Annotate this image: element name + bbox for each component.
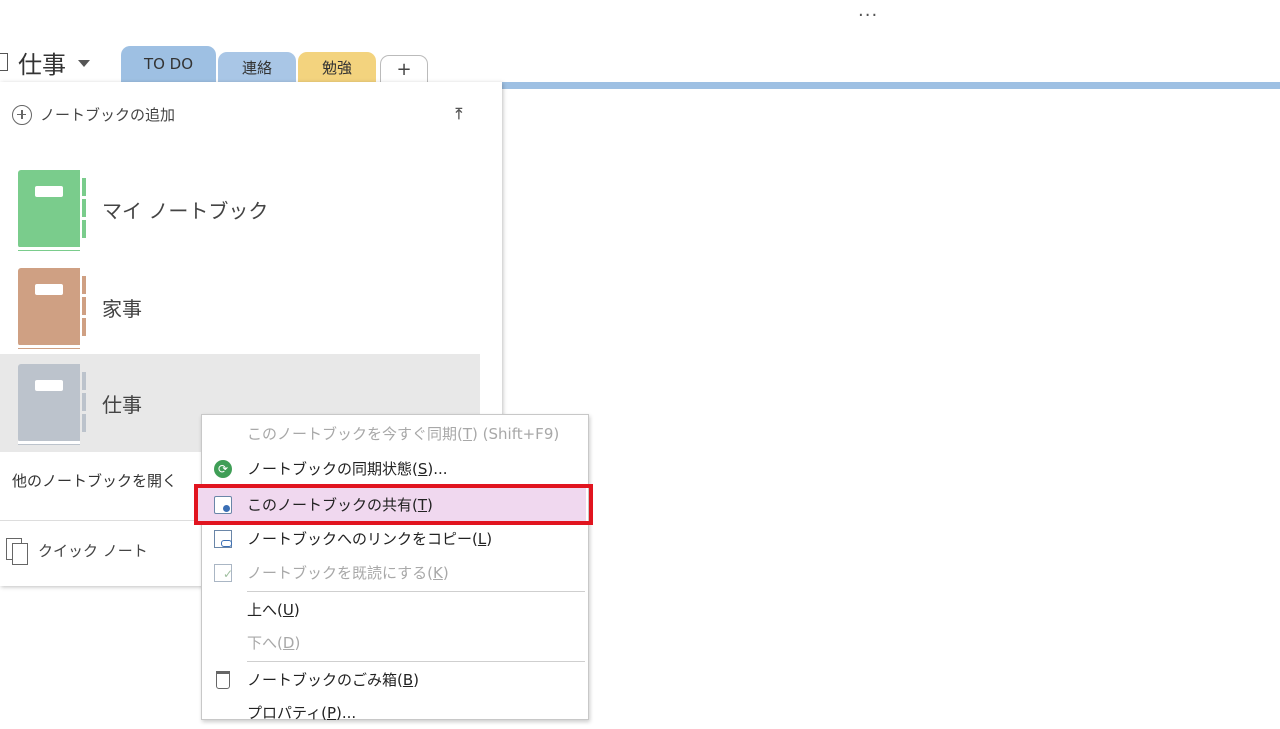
add-section-button[interactable]: + bbox=[380, 55, 428, 82]
open-other-notebooks-link[interactable]: 他のノートブックを開く bbox=[12, 470, 177, 491]
notebook-label: マイ ノートブック bbox=[102, 198, 269, 223]
tab-todo[interactable]: TO DO bbox=[121, 46, 216, 82]
share-notebook-icon bbox=[214, 495, 232, 514]
overflow-menu-icon[interactable]: ... bbox=[858, 0, 878, 21]
notebook-item-my-notebook[interactable]: マイ ノートブック bbox=[0, 160, 480, 258]
quick-notes-icon bbox=[6, 538, 28, 565]
mark-read-icon bbox=[214, 563, 233, 582]
notebook-edge-icon bbox=[0, 53, 8, 71]
menu-item-share-notebook[interactable]: このノートブックの共有(T) bbox=[196, 488, 586, 521]
quick-notes-item[interactable]: クイック ノート bbox=[6, 538, 148, 565]
notebook-label: 家事 bbox=[102, 296, 142, 321]
notebook-gray-icon bbox=[18, 364, 86, 445]
section-color-bar bbox=[502, 82, 1280, 89]
notebook-item-kaji[interactable]: 家事 bbox=[0, 258, 480, 356]
notebook-brown-icon bbox=[18, 268, 86, 349]
menu-separator bbox=[247, 591, 585, 592]
menu-item-sync-now[interactable]: このノートブックを今すぐ同期(T) (Shift+F9) bbox=[202, 417, 588, 450]
add-notebook-label: ノートブックの追加 bbox=[40, 106, 176, 124]
menu-item-sync-status[interactable]: ⟳ ノートブックの同期状態(S)... bbox=[202, 452, 588, 485]
tab-renraku[interactable]: 連絡 bbox=[218, 52, 296, 82]
quick-notes-label: クイック ノート bbox=[38, 541, 148, 560]
menu-item-mark-read[interactable]: ノートブックを既読にする(K) bbox=[202, 556, 588, 589]
add-circle-icon bbox=[12, 104, 32, 125]
notebook-label: 仕事 bbox=[102, 392, 142, 417]
menu-item-move-up[interactable]: 上へ(U) bbox=[202, 593, 588, 626]
pin-icon[interactable]: ⇥ bbox=[449, 107, 468, 120]
menu-item-copy-link[interactable]: ノートブックへのリンクをコピー(L) bbox=[202, 522, 588, 555]
menu-item-recycle-bin[interactable]: ノートブックのごみ箱(B) bbox=[202, 663, 588, 696]
menu-separator bbox=[247, 661, 585, 662]
copy-link-icon bbox=[214, 529, 232, 548]
menu-item-move-down[interactable]: 下へ(D) bbox=[202, 626, 588, 659]
notebook-selector[interactable]: 仕事 bbox=[0, 44, 90, 80]
menu-item-properties[interactable]: プロパティ(P)... bbox=[202, 696, 588, 729]
trash-icon bbox=[216, 670, 230, 689]
sync-icon: ⟳ bbox=[214, 459, 232, 478]
notebook-context-menu: このノートブックを今すぐ同期(T) (Shift+F9) ⟳ ノートブックの同期… bbox=[196, 414, 589, 722]
add-notebook-button[interactable]: ノートブックの追加 bbox=[12, 104, 175, 125]
notebook-green-icon bbox=[18, 170, 86, 251]
current-notebook-title: 仕事 bbox=[18, 50, 66, 79]
tab-benkyo[interactable]: 勉強 bbox=[298, 52, 376, 82]
chevron-down-icon bbox=[78, 59, 90, 67]
